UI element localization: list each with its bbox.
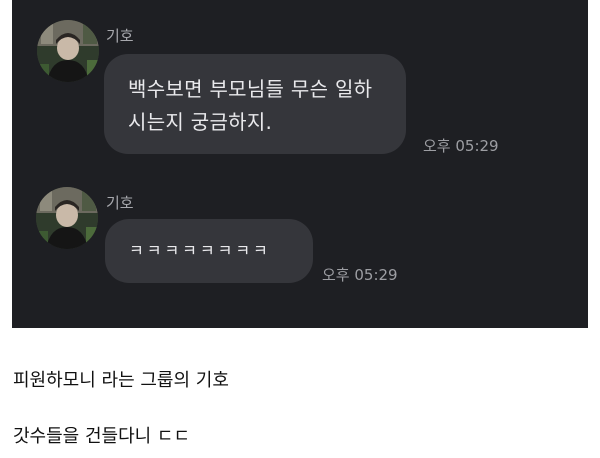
message-bubble[interactable]: ㅋㅋㅋㅋㅋㅋㅋㅋ [105, 219, 313, 283]
profile-photo-icon [36, 187, 98, 249]
chat-window: 기호 백수보면 부모님들 무슨 일하 시는지 궁금하지. 오후 05:29 기호… [12, 0, 588, 328]
sender-avatar[interactable] [36, 187, 98, 249]
message-text-line: 백수보면 부모님들 무슨 일하 [128, 77, 373, 101]
message-text-line: 시는지 궁금하지. [128, 110, 273, 134]
profile-photo-icon [37, 20, 99, 82]
sender-avatar[interactable] [37, 20, 99, 82]
message-timestamp: 오후 05:29 [322, 266, 398, 284]
caption-line: 갓수들을 건들다니 ㄷㄷ [13, 426, 191, 447]
caption-line: 피원하모니 라는 그룹의 기호 [13, 370, 229, 391]
sender-name: 기호 [106, 194, 134, 212]
message-text: ㅋㅋㅋㅋㅋㅋㅋㅋ [129, 241, 271, 260]
message-bubble[interactable]: 백수보면 부모님들 무슨 일하 시는지 궁금하지. [104, 54, 406, 154]
message-timestamp: 오후 05:29 [423, 137, 499, 155]
sender-name: 기호 [106, 27, 134, 45]
